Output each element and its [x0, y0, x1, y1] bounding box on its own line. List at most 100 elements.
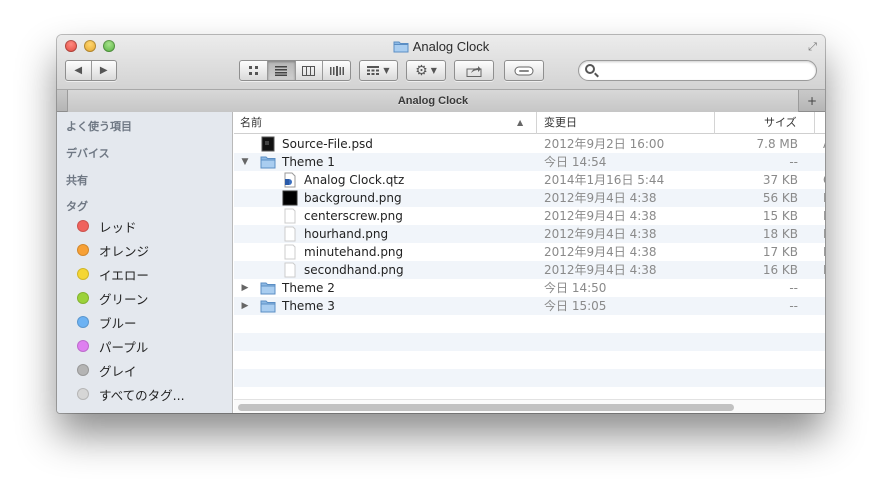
- column-divider[interactable]: [714, 112, 715, 134]
- coverflow-view-button[interactable]: [323, 61, 350, 80]
- window-title: Analog Clock: [57, 39, 825, 54]
- column-size-header[interactable]: サイズ: [764, 112, 797, 134]
- finder-window: Analog Clock ⤢ ◀ ▶ ▼ ⚙ ▼ Analog Clock + …: [57, 35, 825, 413]
- sidebar-header-favorites[interactable]: よく使う項目: [66, 118, 132, 134]
- sidebar-tag-label: オレンジ: [99, 243, 150, 259]
- sidebar-tag-item[interactable]: ブルー: [77, 312, 137, 332]
- sidebar-tag-item[interactable]: パープル: [77, 336, 148, 356]
- file-row[interactable]: centerscrew.png 2012年9月4日 4:38 15 KB P: [234, 207, 825, 225]
- file-row[interactable]: minutehand.png 2012年9月4日 4:38 17 KB P: [234, 243, 825, 261]
- file-size: 7.8 MB: [756, 137, 798, 151]
- window-title-text: Analog Clock: [412, 39, 490, 54]
- sidebar-tag-item[interactable]: グリーン: [77, 288, 148, 308]
- icon-view-icon: [248, 66, 258, 75]
- sidebar-tag-label: グリーン: [99, 291, 149, 307]
- file-row[interactable]: ▼ Theme 1 今日 14:54 --: [234, 153, 825, 171]
- sort-ascending-icon: ▲: [517, 118, 524, 127]
- sidebar-tag-label: すべてのタグ...: [99, 387, 185, 403]
- scrollbar-thumb[interactable]: [238, 404, 734, 411]
- search-input[interactable]: [599, 63, 811, 78]
- chevron-down-icon: ▼: [430, 66, 437, 75]
- column-name-header[interactable]: 名前: [240, 112, 262, 134]
- tag-color-dot-icon: [77, 292, 89, 304]
- coverflow-view-icon: [329, 65, 344, 76]
- column-date-header[interactable]: 変更日: [544, 112, 577, 134]
- file-row[interactable]: secondhand.png 2012年9月4日 4:38 16 KB P: [234, 261, 825, 279]
- tag-color-dot-icon: [77, 340, 89, 352]
- icon-view-button[interactable]: [240, 61, 268, 80]
- column-divider[interactable]: [814, 112, 815, 134]
- sidebar-header-devices[interactable]: デバイス: [66, 145, 110, 161]
- file-row[interactable]: background.png 2012年9月4日 4:38 56 KB P: [234, 189, 825, 207]
- column-view-icon: [302, 65, 316, 76]
- back-button[interactable]: ◀: [66, 61, 92, 80]
- horizontal-scrollbar[interactable]: [234, 399, 825, 413]
- empty-row: [234, 351, 825, 369]
- file-size: 37 KB: [762, 173, 798, 187]
- file-name: centerscrew.png: [304, 209, 403, 223]
- sidebar-tag-label: パープル: [99, 339, 149, 355]
- fullscreen-icon[interactable]: ⤢: [806, 40, 819, 53]
- file-size: --: [789, 281, 798, 295]
- view-mode-control: [239, 60, 351, 81]
- tag-color-dot-icon: [77, 220, 89, 232]
- file-row[interactable]: Source-File.psd 2012年9月2日 16:00 7.8 MB A: [234, 135, 825, 153]
- list-view-button[interactable]: [267, 61, 296, 80]
- sidebar: よく使う項目 デバイス 共有 タグ レッドオレンジイエローグリーンブルーパープル…: [57, 112, 233, 413]
- blank-image-icon: [282, 208, 298, 224]
- sidebar-tag-item[interactable]: すべてのタグ...: [77, 384, 185, 404]
- file-size: 16 KB: [762, 263, 798, 277]
- file-name: minutehand.png: [304, 245, 404, 259]
- file-row[interactable]: Analog Clock.qtz 2014年1月16日 5:44 37 KB C: [234, 171, 825, 189]
- column-view-button[interactable]: [296, 61, 324, 80]
- blank-image-icon: [282, 244, 298, 260]
- file-name: Source-File.psd: [282, 137, 373, 151]
- disclosure-collapsed-icon[interactable]: ▶: [240, 297, 250, 315]
- qtz-file-icon: [282, 172, 298, 188]
- share-button[interactable]: [454, 60, 494, 81]
- file-row[interactable]: ▶ Theme 2 今日 14:50 --: [234, 279, 825, 297]
- tab-bar: Analog Clock +: [57, 90, 825, 112]
- column-divider[interactable]: [536, 112, 537, 134]
- file-row[interactable]: ▶ Theme 3 今日 15:05 --: [234, 297, 825, 315]
- file-row[interactable]: hourhand.png 2012年9月4日 4:38 18 KB P: [234, 225, 825, 243]
- search-icon: [585, 64, 595, 74]
- forward-button[interactable]: ▶: [92, 61, 117, 80]
- plus-icon: +: [806, 94, 818, 108]
- file-kind: A: [823, 135, 825, 153]
- search-field[interactable]: [578, 60, 817, 81]
- back-arrow-icon: ◀: [74, 65, 83, 76]
- tag-button[interactable]: [504, 60, 544, 81]
- sidebar-header-tags[interactable]: タグ: [66, 198, 88, 214]
- file-kind: C: [823, 171, 825, 189]
- action-button[interactable]: ⚙ ▼: [406, 60, 446, 81]
- file-name: hourhand.png: [304, 227, 389, 241]
- disclosure-collapsed-icon[interactable]: ▶: [240, 279, 250, 297]
- file-kind: P: [823, 207, 825, 225]
- tag-color-dot-icon: [77, 388, 89, 400]
- file-name: secondhand.png: [304, 263, 404, 277]
- sidebar-tag-item[interactable]: レッド: [77, 216, 137, 236]
- file-date: 今日 14:54: [544, 155, 607, 169]
- file-date: 2012年9月4日 4:38: [544, 191, 657, 205]
- tab-analog-clock[interactable]: Analog Clock: [67, 90, 799, 112]
- arrange-button[interactable]: ▼: [359, 60, 398, 81]
- file-kind: P: [823, 261, 825, 279]
- file-size: --: [789, 155, 798, 169]
- tag-icon: [514, 66, 534, 75]
- file-date: 2012年9月2日 16:00: [544, 137, 665, 151]
- file-name: Theme 3: [282, 299, 335, 313]
- sidebar-tag-item[interactable]: グレイ: [77, 360, 137, 380]
- file-list: 名前 ▲ 変更日 サイズ Source-File.psd 2012年9月2日 16…: [234, 112, 825, 413]
- sidebar-tag-item[interactable]: イエロー: [77, 264, 149, 284]
- column-header: 名前 ▲ 変更日 サイズ: [234, 112, 825, 134]
- sidebar-header-shared[interactable]: 共有: [66, 172, 88, 188]
- back-forward-control: ◀ ▶: [65, 60, 117, 81]
- share-icon: [466, 65, 482, 77]
- title-bar: Analog Clock ⤢ ◀ ▶ ▼ ⚙ ▼: [57, 35, 825, 90]
- sidebar-tag-label: グレイ: [99, 363, 137, 379]
- sidebar-tag-item[interactable]: オレンジ: [77, 240, 149, 260]
- add-tab-button[interactable]: +: [799, 90, 825, 112]
- disclosure-expanded-icon[interactable]: ▼: [240, 153, 250, 171]
- file-size: 17 KB: [762, 245, 798, 259]
